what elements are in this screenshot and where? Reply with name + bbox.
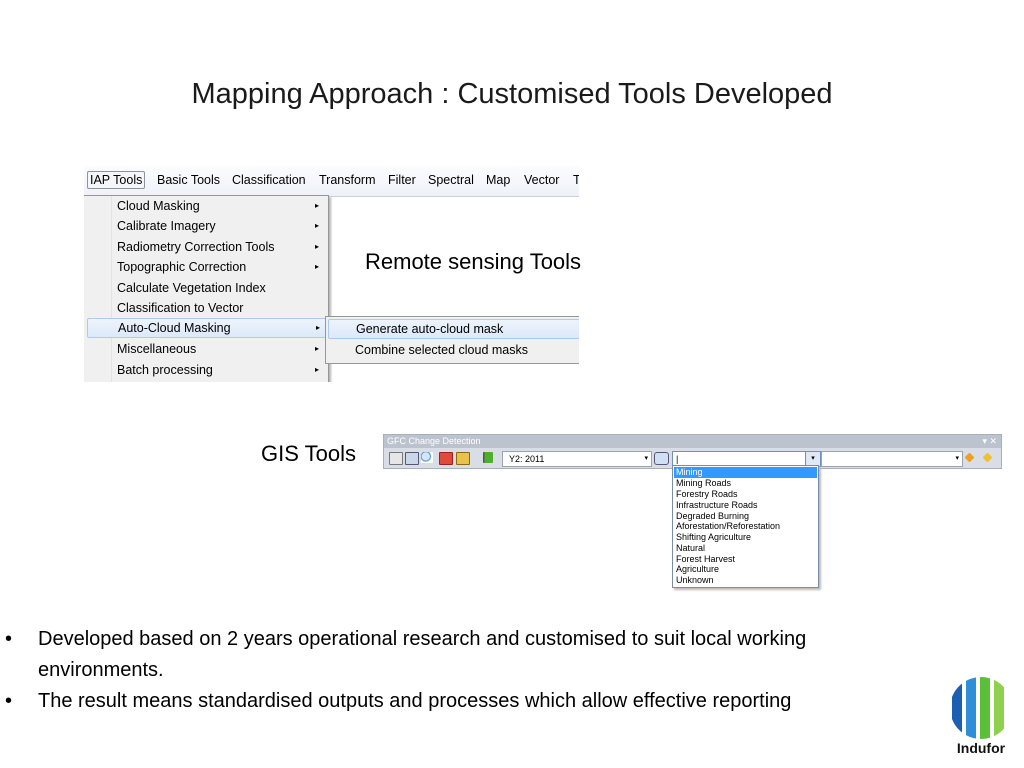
menu-spectral[interactable]: Spectral [425,171,477,189]
diamond-alt-icon[interactable] [982,452,993,463]
submenu-arrow-icon: ▸ [315,323,320,332]
menu-basic-tools[interactable]: Basic Tools [154,171,223,189]
submenu-item-generate-mask[interactable]: Generate auto-cloud mask [328,319,579,339]
chevron-down-icon: ▾ [644,455,648,462]
list-item-infrastructure-roads[interactable]: Infrastructure Roads [674,500,817,511]
menu-item-calibrate-imagery[interactable]: Calibrate Imagery ▸ [87,216,325,236]
caption-gis-tools: GIS Tools [261,441,356,466]
indufor-logo: Indufor [946,676,1016,764]
menu-t[interactable]: T [570,171,579,189]
back-arrow-icon[interactable] [654,452,669,465]
year-select[interactable]: Y2: 2011 ▾ [502,451,652,467]
flag-icon[interactable] [483,452,493,463]
zoom-icon[interactable] [421,452,433,463]
menu-map[interactable]: Map [483,171,513,189]
list-item-mining-roads[interactable]: Mining Roads [674,478,817,489]
layers-icon[interactable] [405,452,419,465]
menu-item-batch-processing[interactable]: Batch processing ▸ [87,360,325,380]
window-controls-icon[interactable]: ▾ ✕ [982,435,997,448]
submenu-arrow-icon: ▸ [314,262,319,271]
list-item-shifting-agriculture[interactable]: Shifting Agriculture [674,532,817,543]
gfc-change-detection-toolbar: GFC Change Detection ▾ ✕ Y2: 2011 ▾ | ▾ … [383,434,1002,469]
secondary-select[interactable]: ▾ [821,451,963,467]
list-item-aforestation[interactable]: Aforestation/Reforestation [674,521,817,532]
open-icon[interactable] [389,452,403,465]
menu-item-cloud-masking[interactable]: Cloud Masking ▸ [87,196,325,216]
list-item-agriculture[interactable]: Agriculture [674,564,817,575]
class-listbox: Mining Mining Roads Forestry Roads Infra… [672,465,819,588]
toolbar-titlebar: GFC Change Detection ▾ ✕ [384,435,1001,448]
submenu-arrow-icon: ▸ [314,221,319,230]
iap-tools-dropdown: Cloud Masking ▸ Calibrate Imagery ▸ Radi… [84,195,329,382]
menu-item-radiometry-correction[interactable]: Radiometry Correction Tools ▸ [87,237,325,257]
list-item-natural[interactable]: Natural [674,543,817,554]
menu-item-vegetation-index[interactable]: Calculate Vegetation Index [87,278,325,298]
menu-iap-tools[interactable]: IAP Tools [87,171,146,189]
chevron-down-icon[interactable]: ▾ [805,452,820,466]
stack-icon[interactable] [456,452,470,465]
submenu-item-combine-masks[interactable]: Combine selected cloud masks [328,340,578,360]
auto-cloud-submenu: Generate auto-cloud mask Combine selecte… [325,316,579,364]
diamond-icon[interactable] [964,452,975,463]
chevron-down-icon: ▾ [955,455,959,462]
submenu-arrow-icon: ▸ [314,242,319,251]
logo-globe-icon [950,677,1012,739]
submenu-arrow-icon: ▸ [314,344,319,353]
toolbar-title: GFC Change Detection [387,436,481,446]
menu-item-topographic-correction[interactable]: Topographic Correction ▸ [87,257,325,277]
menu-item-classification-to-vector[interactable]: Classification to Vector [87,298,325,318]
slide-title: Mapping Approach : Customised Tools Deve… [191,78,833,110]
menu-vector[interactable]: Vector [521,171,562,189]
menu-classification[interactable]: Classification [229,171,309,189]
list-item-mining[interactable]: Mining [674,467,817,478]
logo-wordmark: Indufor [956,740,1006,756]
menu-item-miscellaneous[interactable]: Miscellaneous ▸ [87,339,325,359]
menu-bar: IAP Tools Basic Tools Classification Tra… [84,166,579,197]
list-item-unknown[interactable]: Unknown [674,575,817,586]
list-item-forestry-roads[interactable]: Forestry Roads [674,489,817,500]
caption-remote-sensing: Remote sensing Tools [365,249,582,274]
menu-item-auto-cloud-masking[interactable]: Auto-Cloud Masking ▸ [87,318,327,338]
stop-icon[interactable] [439,452,453,465]
submenu-arrow-icon: ▸ [314,365,319,374]
menu-transform[interactable]: Transform [316,171,379,189]
menu-filter[interactable]: Filter [385,171,419,189]
submenu-arrow-icon: ▸ [314,201,319,210]
